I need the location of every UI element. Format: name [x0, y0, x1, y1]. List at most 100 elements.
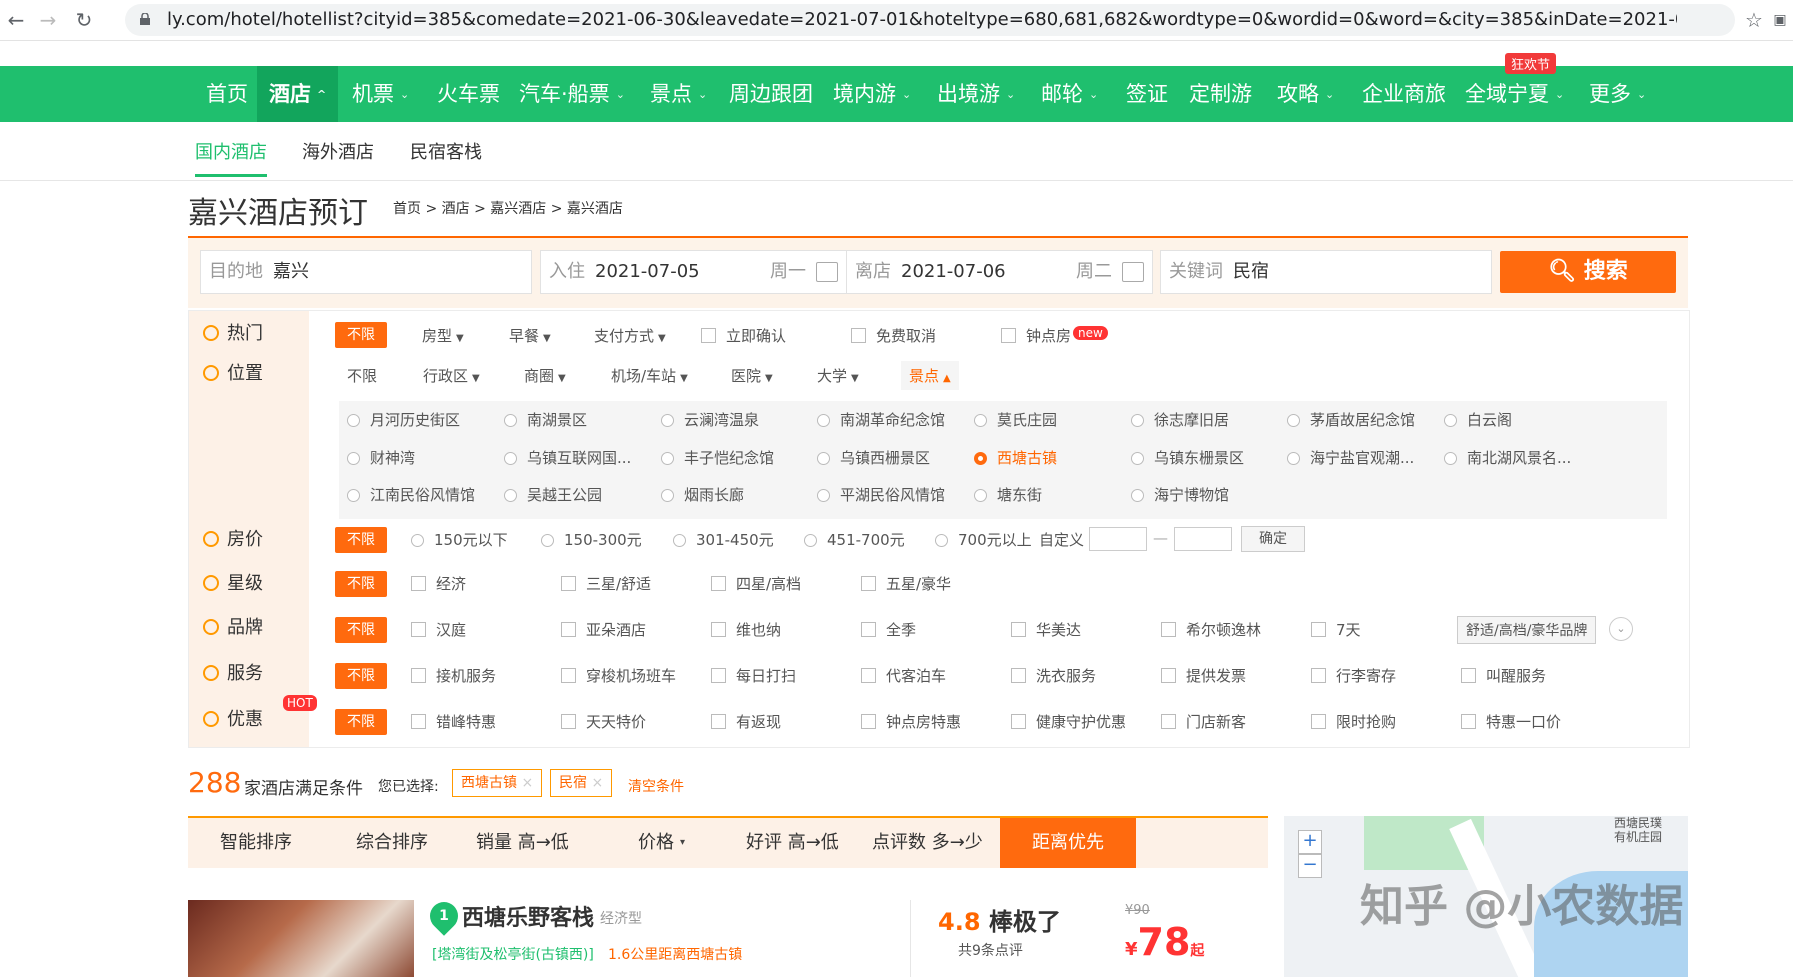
breadcrumb[interactable]: 首页 > 酒店 > 嘉兴酒店 > 嘉兴酒店 — [393, 198, 623, 218]
scenic-spot-option[interactable]: 海宁博物馆 — [1131, 484, 1229, 505]
price-option[interactable]: 301-450元 — [673, 529, 774, 550]
tab-homestay[interactable]: 民宿客栈 — [410, 138, 482, 164]
hospital-dropdown[interactable]: 医院 ▼ — [731, 365, 773, 386]
price-confirm-button[interactable]: 确定 — [1241, 526, 1305, 552]
zoom-out-button[interactable]: − — [1298, 854, 1322, 878]
scenic-spot-option[interactable]: 云澜湾温泉 — [661, 409, 759, 430]
star-option[interactable]: 三星/舒适 — [561, 573, 651, 594]
service-option[interactable]: 穿梭机场班车 — [561, 665, 676, 686]
star-option[interactable]: 四星/高档 — [711, 573, 801, 594]
service-option[interactable]: 洗衣服务 — [1011, 665, 1096, 686]
chevron-down-icon[interactable]: ⌄ — [1609, 617, 1633, 641]
service-option[interactable]: 每日打扫 — [711, 665, 796, 686]
star-unlimited-button[interactable]: 不限 — [335, 571, 387, 597]
nav-train[interactable]: 火车票 — [437, 66, 500, 122]
scenic-spot-option[interactable]: 乌镇互联网国... — [504, 447, 631, 468]
nav-bus-ship[interactable]: 汽车·船票 ⌄ — [519, 66, 625, 122]
brand-option[interactable]: 全季 — [861, 619, 916, 640]
nav-scenic[interactable]: 景点 ⌄ — [650, 66, 707, 122]
brand-option[interactable]: 7天 — [1311, 619, 1361, 640]
nav-ningxia[interactable]: 全域宁夏 ⌄ — [1465, 66, 1564, 122]
hot-unlimited-button[interactable]: 不限 — [335, 322, 387, 348]
service-option[interactable]: 叫醒服务 — [1461, 665, 1546, 686]
scenic-spot-option[interactable]: 莫氏庄园 — [974, 409, 1057, 430]
scenic-spot-option[interactable]: 乌镇西栅景区 — [817, 447, 930, 468]
discount-option[interactable]: 钟点房特惠 — [861, 711, 961, 732]
hotel-review-count[interactable]: 共9条点评 — [958, 940, 1023, 960]
discount-option[interactable]: 限时抢购 — [1311, 711, 1396, 732]
discount-option[interactable]: 有返现 — [711, 711, 781, 732]
scenic-spot-option[interactable]: 海宁盐官观潮... — [1287, 447, 1414, 468]
nav-guides[interactable]: 攻略 ⌄ — [1277, 66, 1334, 122]
nav-business[interactable]: 企业商旅 — [1362, 66, 1446, 122]
nav-flights[interactable]: 机票 ⌄ — [352, 66, 409, 122]
hourly-room-checkbox[interactable]: 钟点房 new — [1001, 325, 1108, 346]
discount-option[interactable]: 健康守护优惠 — [1011, 711, 1126, 732]
nav-custom-tour[interactable]: 定制游 — [1189, 66, 1252, 122]
nav-outbound[interactable]: 出境游 ⌄ — [937, 66, 1015, 122]
sort-smart[interactable]: 智能排序 — [220, 818, 292, 868]
scenic-spot-option[interactable]: 烟雨长廊 — [661, 484, 744, 505]
nav-domestic-travel[interactable]: 境内游 ⌄ — [833, 66, 911, 122]
checkout-field[interactable]: 离店 2021-07-06 周二 — [846, 250, 1153, 294]
discount-option[interactable]: 天天特价 — [561, 711, 646, 732]
extension-icon[interactable]: ▣ — [1766, 6, 1793, 34]
breakfast-dropdown[interactable]: 早餐 ▼ — [509, 325, 551, 346]
scenic-dropdown[interactable]: 景点 ▲ — [901, 361, 959, 390]
price-option[interactable]: 150-300元 — [541, 529, 642, 550]
sort-rating[interactable]: 好评 高→低 — [746, 818, 839, 868]
scenic-spot-option[interactable]: 南北湖风景名... — [1444, 447, 1571, 468]
university-dropdown[interactable]: 大学 ▼ — [817, 365, 859, 386]
scenic-spot-option[interactable]: 财神湾 — [347, 447, 415, 468]
scenic-spot-option[interactable]: 平湖民俗风情馆 — [817, 484, 945, 505]
sort-reviews[interactable]: 点评数 多→少 — [872, 818, 983, 868]
price-option[interactable]: 700元以上 — [935, 529, 1032, 550]
star-option[interactable]: 五星/豪华 — [861, 573, 951, 594]
brand-option[interactable]: 希尔顿逸林 — [1161, 619, 1261, 640]
business-area-dropdown[interactable]: 商圈 ▼ — [524, 365, 566, 386]
scenic-spot-option[interactable]: 月河历史街区 — [347, 409, 460, 430]
scenic-spot-option[interactable]: 南湖景区 — [504, 409, 587, 430]
keyword-field[interactable]: 关键词 民宿 — [1160, 250, 1492, 294]
discount-option[interactable]: 错峰特惠 — [411, 711, 496, 732]
discount-option[interactable]: 特惠一口价 — [1461, 711, 1561, 732]
brand-unlimited-button[interactable]: 不限 — [335, 617, 387, 643]
airport-station-dropdown[interactable]: 机场/车站 ▼ — [611, 365, 688, 386]
min-price-input[interactable] — [1089, 527, 1147, 551]
brand-level-select[interactable]: 舒适/高档/豪华品牌 — [1457, 616, 1597, 644]
service-unlimited-button[interactable]: 不限 — [335, 663, 387, 689]
tab-domestic-hotel[interactable]: 国内酒店 — [195, 138, 267, 177]
sort-price[interactable]: 价格 ▾ — [638, 818, 685, 868]
zoom-in-button[interactable]: + — [1298, 830, 1322, 854]
brand-option[interactable]: 亚朵酒店 — [561, 619, 646, 640]
brand-option[interactable]: 华美达 — [1011, 619, 1081, 640]
search-button[interactable]: 🔍︎ 搜索 — [1500, 251, 1676, 293]
brand-option[interactable]: 维也纳 — [711, 619, 781, 640]
scenic-spot-option[interactable]: 丰子恺纪念馆 — [661, 447, 774, 468]
hotel-photo[interactable] — [188, 900, 414, 977]
max-price-input[interactable] — [1174, 527, 1232, 551]
hotel-name[interactable]: 西塘乐野客栈 — [462, 900, 594, 932]
scenic-spot-option[interactable]: 塘东街 — [974, 484, 1042, 505]
scenic-spot-option[interactable]: 吴越王公园 — [504, 484, 602, 505]
discount-option[interactable]: 门店新客 — [1161, 711, 1246, 732]
nav-visa[interactable]: 签证 — [1126, 66, 1168, 122]
selected-tag[interactable]: 西塘古镇 × — [452, 769, 543, 797]
sort-sales[interactable]: 销量 高→低 — [476, 818, 569, 868]
checkin-field[interactable]: 入住 2021-07-05 周一 — [540, 250, 847, 294]
price-option[interactable]: 150元以下 — [411, 529, 508, 550]
free-cancel-checkbox[interactable]: 免费取消 — [851, 325, 936, 346]
address-bar[interactable]: ly.com/hotel/hotellist?cityid=385&comeda… — [125, 4, 1735, 36]
roomtype-dropdown[interactable]: 房型 ▼ — [422, 325, 464, 346]
nav-more[interactable]: 更多 ⌄ — [1589, 66, 1646, 122]
location-unlimited[interactable]: 不限 — [347, 365, 377, 386]
star-option[interactable]: 经济 — [411, 573, 466, 594]
service-option[interactable]: 代客泊车 — [861, 665, 946, 686]
forward-arrow-icon[interactable]: → — [34, 6, 62, 34]
nav-cruise[interactable]: 邮轮 ⌄ — [1041, 66, 1098, 122]
selected-tag[interactable]: 民宿 × — [550, 769, 613, 797]
service-option[interactable]: 行李寄存 — [1311, 665, 1396, 686]
scenic-spot-option-selected[interactable]: 西塘古镇 — [974, 447, 1057, 468]
reload-icon[interactable]: ↻ — [70, 6, 98, 34]
service-option[interactable]: 提供发票 — [1161, 665, 1246, 686]
